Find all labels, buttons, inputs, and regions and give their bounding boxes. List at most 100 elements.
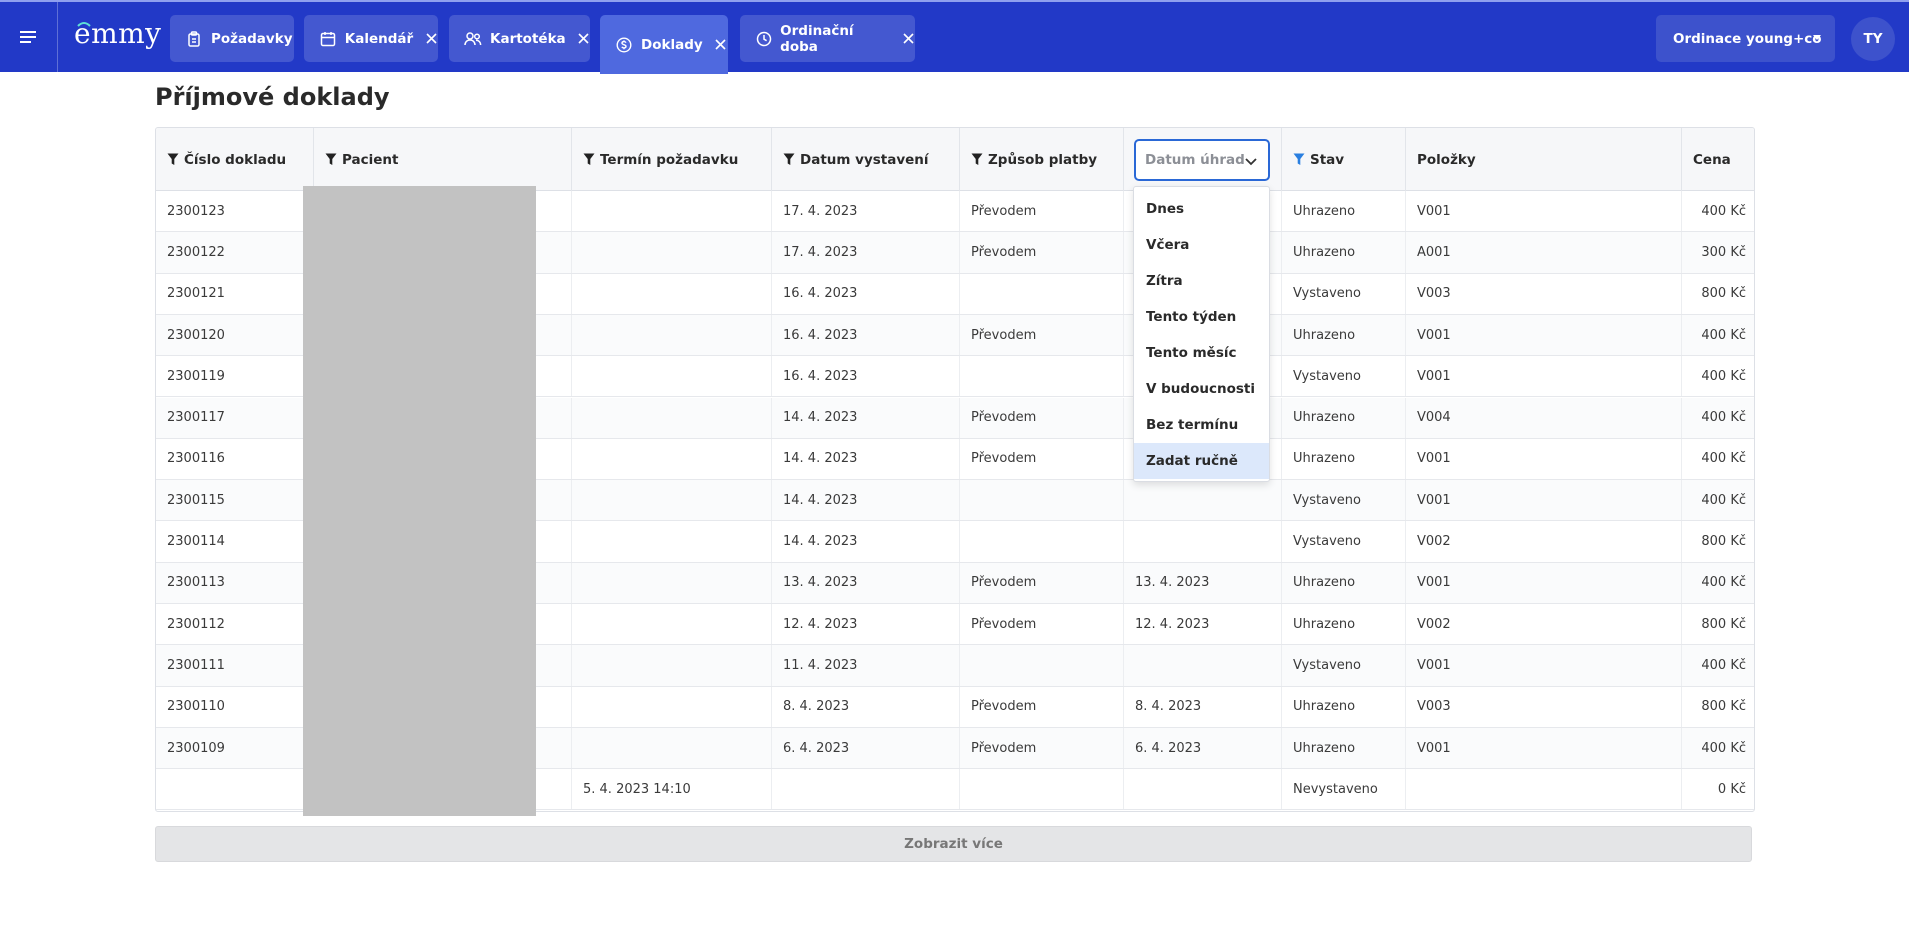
dropdown-option[interactable]: Včera [1134, 227, 1269, 263]
cell-stav: Vystaveno [1282, 521, 1406, 562]
column-header-cislo[interactable]: Číslo dokladu [156, 128, 314, 191]
tab-kalendar[interactable]: Kalendář [304, 15, 438, 62]
cell-cena: 400 Kč [1701, 327, 1746, 343]
cell-vystaveni: 14. 4. 2023 [772, 438, 960, 480]
close-icon[interactable] [902, 32, 915, 46]
dropdown-option[interactable]: Tento měsíc [1134, 335, 1269, 371]
column-header-termin[interactable]: Termín požadavku [572, 128, 772, 191]
column-header-polozky[interactable]: Položky [1406, 128, 1682, 191]
cell-termin [572, 686, 772, 727]
cell-cislo: 2300120 [156, 314, 314, 356]
cell-cislo: 2300121 [156, 273, 314, 314]
dropdown-option[interactable]: Dnes [1134, 191, 1269, 227]
practice-label: Ordinace young+co [1673, 30, 1822, 47]
cell-termin [572, 604, 772, 645]
dropdown-option[interactable]: Tento týden [1134, 299, 1269, 335]
cell-stav: Vystaveno [1282, 273, 1406, 314]
cell-cislo: 2300115 [156, 480, 314, 521]
cell-polozky: V003 [1406, 686, 1682, 727]
cell-termin [572, 562, 772, 603]
cell-polozky: V001 [1406, 727, 1682, 769]
close-icon[interactable] [424, 32, 438, 46]
practice-selector[interactable]: Ordinace young+co [1656, 15, 1835, 62]
cell-vystaveni: 13. 4. 2023 [772, 562, 960, 603]
tab-kartoteka[interactable]: Kartotéka [449, 15, 590, 62]
cell-termin [572, 521, 772, 562]
cell-cena: 800 Kč [1701, 286, 1746, 302]
caret-down-icon [1813, 35, 1821, 40]
cell-stav: Uhrazeno [1282, 314, 1406, 356]
filter-icon [583, 153, 595, 166]
column-header-cena[interactable]: Cena [1682, 128, 1754, 191]
cell-platba [960, 645, 1124, 686]
cell-cislo: 2300112 [156, 604, 314, 645]
column-label: Položky [1417, 151, 1476, 168]
cell-platba [960, 769, 1124, 810]
cell-platba: Převodem [960, 397, 1124, 438]
cell-stav: Vystaveno [1282, 645, 1406, 686]
cell-vystaveni: 14. 4. 2023 [772, 521, 960, 562]
cell-uhrada: 6. 4. 2023 [1124, 727, 1282, 769]
column-header-stav[interactable]: Stav [1282, 128, 1406, 191]
column-header-vystaveni[interactable]: Datum vystavení [772, 128, 960, 191]
filter-icon [325, 153, 337, 166]
dropdown-option[interactable]: Zadat ručně [1134, 443, 1269, 479]
cell-cena: 400 Kč [1701, 368, 1746, 384]
column-header-platba[interactable]: Způsob platby [960, 128, 1124, 191]
app-logo[interactable]: emmy [74, 14, 162, 54]
cell-termin [572, 438, 772, 480]
cell-vystaveni: 16. 4. 2023 [772, 314, 960, 356]
cell-cislo: 2300116 [156, 438, 314, 480]
tab-label: Požadavky [211, 30, 293, 47]
cell-cislo: 2300117 [156, 397, 314, 438]
cell-stav: Uhrazeno [1282, 397, 1406, 438]
column-label: Způsob platby [988, 151, 1098, 168]
cell-termin [572, 356, 772, 397]
cell-vystaveni: 6. 4. 2023 [772, 727, 960, 769]
tab-pozadavky[interactable]: Požadavky [170, 15, 294, 62]
cell-polozky: V001 [1406, 480, 1682, 521]
cell-termin [572, 232, 772, 273]
tab-doklady[interactable]: Doklady [600, 15, 728, 74]
dropdown-option[interactable]: Zítra [1134, 263, 1269, 299]
avatar[interactable]: TY [1851, 17, 1895, 61]
cell-uhrada: 13. 4. 2023 [1124, 562, 1282, 603]
cell-cena: 800 Kč [1701, 699, 1746, 715]
cell-polozky: V001 [1406, 314, 1682, 356]
dropdown-option[interactable]: Bez termínu [1134, 407, 1269, 443]
show-more-button[interactable]: Zobrazit více [155, 826, 1752, 862]
close-icon[interactable] [714, 38, 728, 52]
date-paid-filter-select[interactable]: Datum úhrad [1134, 139, 1270, 181]
users-icon [464, 30, 482, 48]
cell-polozky: V002 [1406, 521, 1682, 562]
tab-label: Kalendář [344, 30, 414, 47]
cell-stav: Uhrazeno [1282, 686, 1406, 727]
tab-ordinacni-doba[interactable]: Ordinační doba [740, 15, 915, 62]
calendar-icon [319, 30, 337, 48]
cell-polozky: V001 [1406, 645, 1682, 686]
cell-cislo [156, 769, 314, 810]
cell-cena: 400 Kč [1701, 492, 1746, 508]
cell-polozky: V002 [1406, 604, 1682, 645]
avatar-initials: TY [1863, 31, 1883, 47]
redacted-patient-column [303, 186, 536, 816]
cell-stav: Uhrazeno [1282, 232, 1406, 273]
column-label: Termín požadavku [600, 151, 739, 168]
close-icon[interactable] [577, 32, 590, 46]
column-header-pacient[interactable]: Pacient [314, 128, 572, 191]
dollar-circle-icon [615, 36, 633, 54]
cell-stav: Uhrazeno [1282, 562, 1406, 603]
cell-platba: Převodem [960, 232, 1124, 273]
column-label: Datum vystavení [800, 151, 929, 168]
dropdown-option[interactable]: V budoucnosti [1134, 371, 1269, 407]
cell-platba [960, 521, 1124, 562]
cell-cena: 800 Kč [1701, 616, 1746, 632]
cell-termin [572, 273, 772, 314]
cell-vystaveni: 11. 4. 2023 [772, 645, 960, 686]
cell-cislo: 2300110 [156, 686, 314, 727]
hamburger-menu-button[interactable] [0, 2, 58, 72]
date-paid-filter-placeholder: Datum úhrad [1145, 152, 1245, 168]
filter-active-icon [1293, 153, 1305, 166]
cell-uhrada [1124, 769, 1282, 810]
cell-termin [572, 727, 772, 769]
